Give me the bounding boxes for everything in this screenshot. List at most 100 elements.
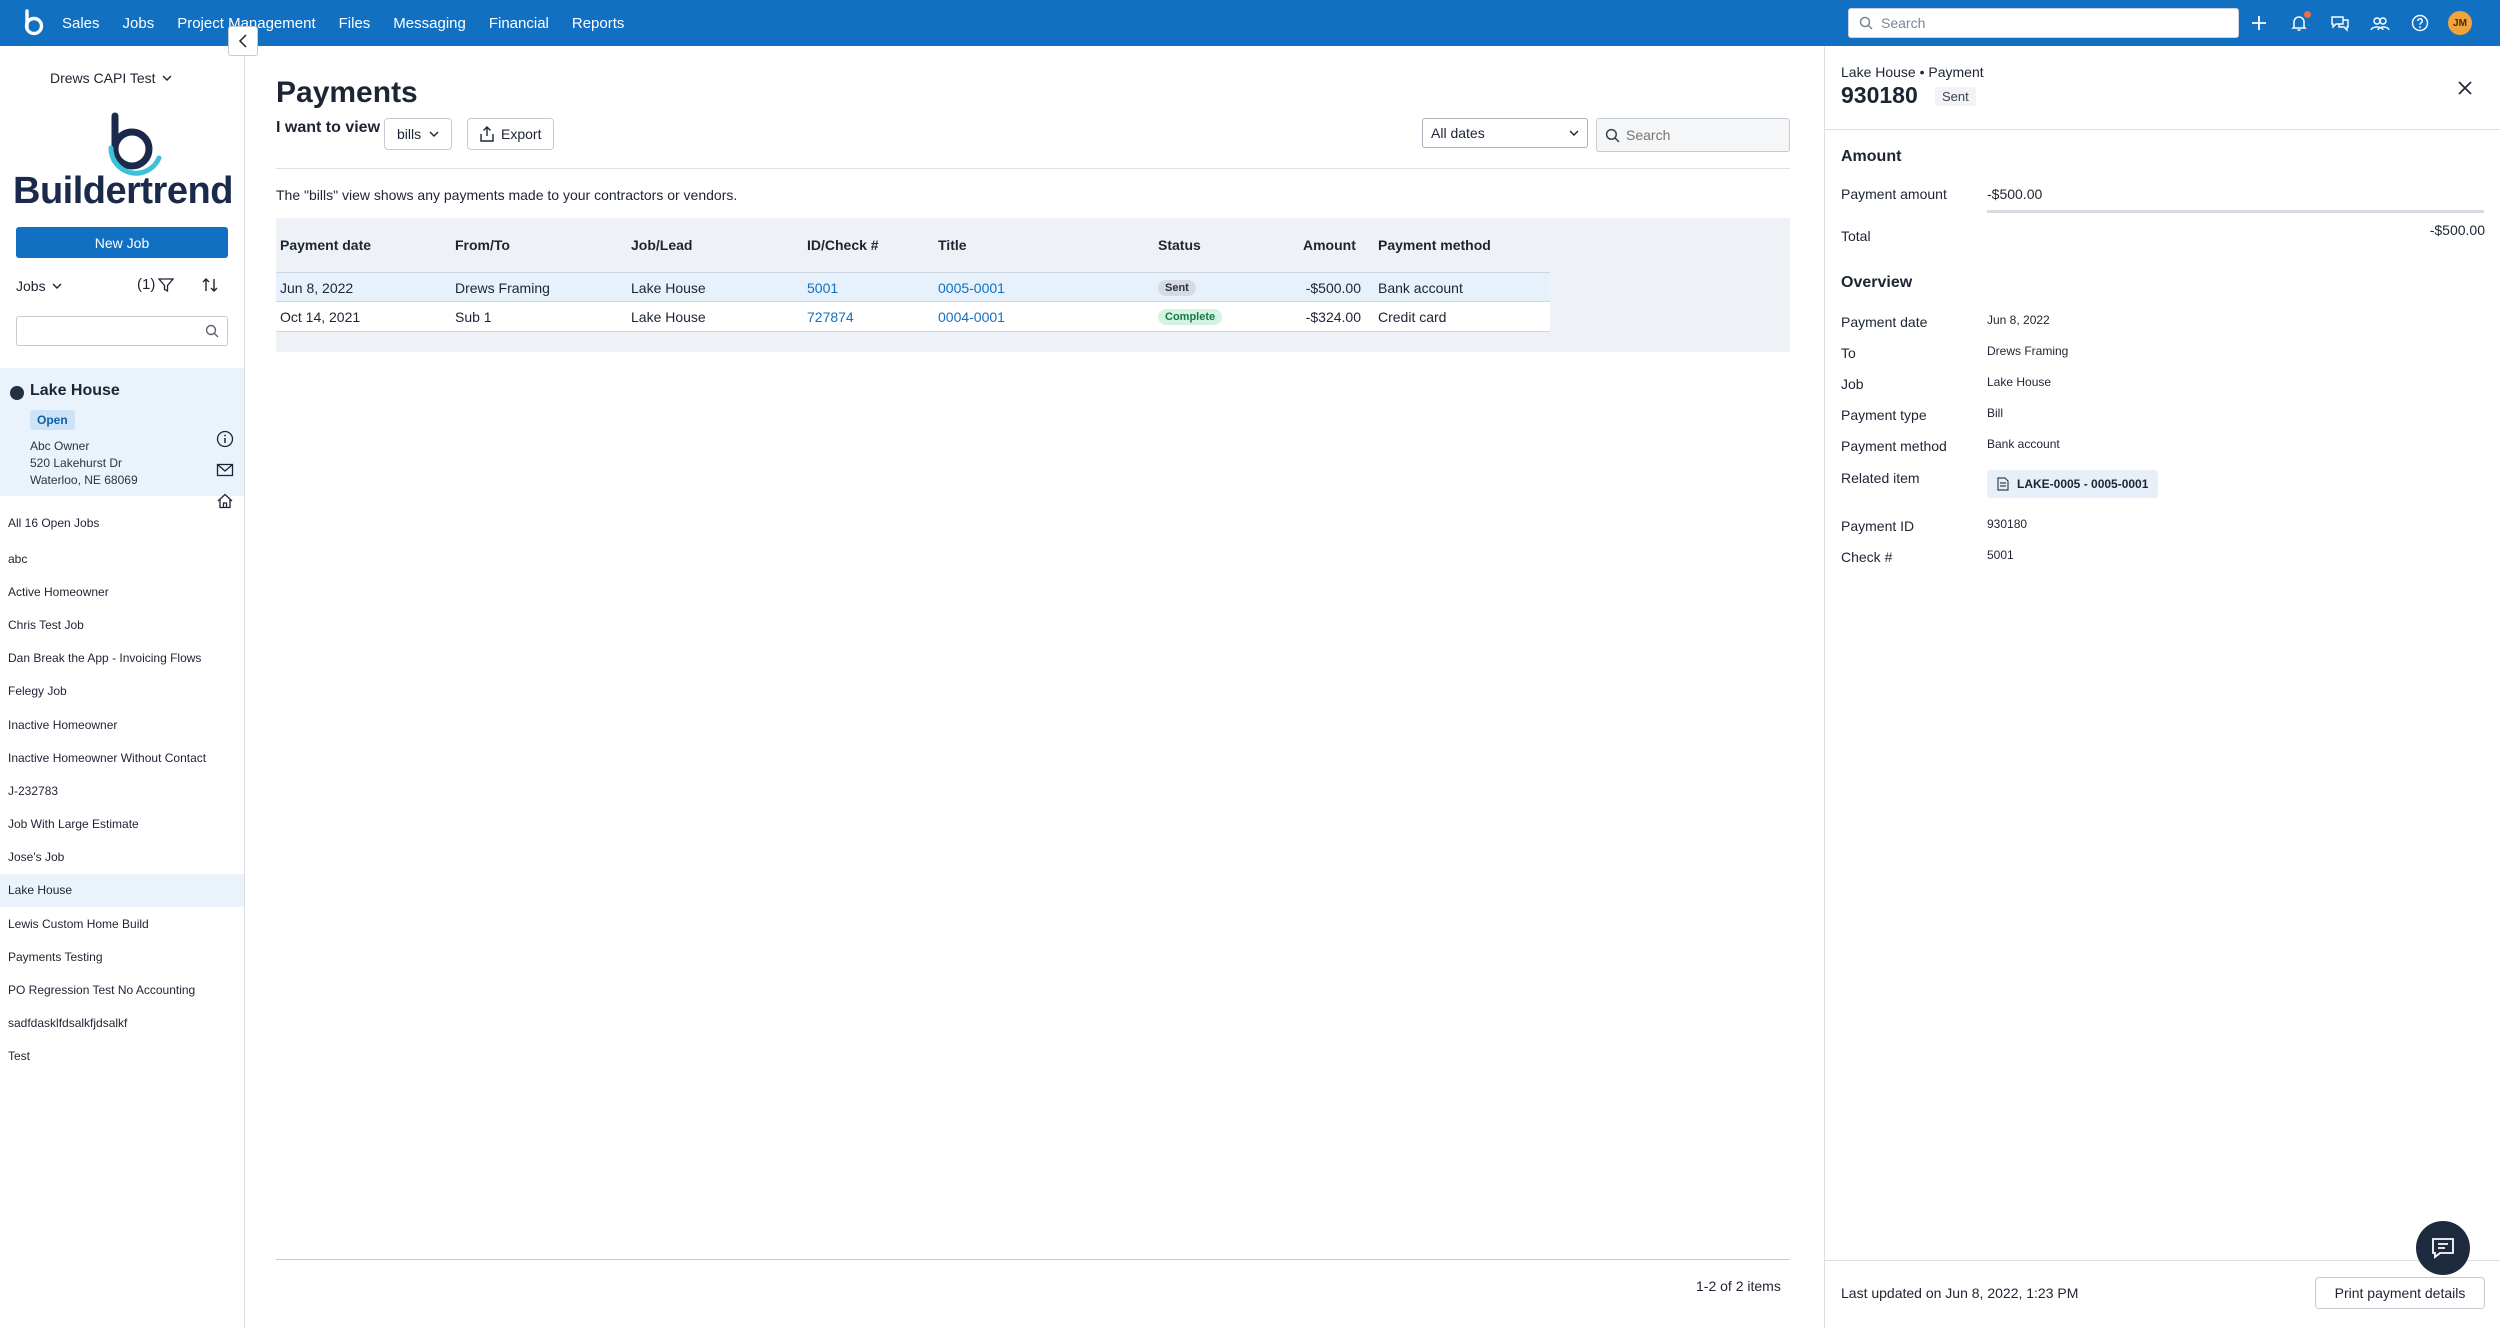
- payment-date-value: Jun 8, 2022: [1987, 313, 2050, 327]
- related-item-link[interactable]: LAKE-0005 - 0005-0001: [1987, 470, 2159, 498]
- job-list-item[interactable]: sadfdasklfdsalkfjdsalkf: [0, 1007, 244, 1040]
- nav-financial[interactable]: Financial: [489, 15, 549, 32]
- chat-icon[interactable]: [2328, 11, 2352, 35]
- col-payment-method[interactable]: Payment method: [1378, 218, 1491, 272]
- new-job-button[interactable]: New Job: [16, 227, 228, 258]
- job-list-item-active[interactable]: Lake House: [0, 873, 244, 908]
- export-button[interactable]: Export: [467, 118, 555, 150]
- job-search-input[interactable]: [25, 323, 195, 339]
- jobs-dropdown-label: Jobs: [16, 278, 46, 294]
- account-selector[interactable]: Drews CAPI Test: [50, 70, 172, 86]
- job-list-item[interactable]: Jose's Job: [0, 841, 244, 874]
- job-list-item[interactable]: Felegy Job: [0, 675, 244, 708]
- nav-files[interactable]: Files: [339, 15, 371, 32]
- total-value: -$500.00: [2429, 222, 2485, 238]
- col-payment-date[interactable]: Payment date: [280, 218, 371, 272]
- info-icon[interactable]: [216, 430, 234, 448]
- date-filter-select[interactable]: All dates: [1422, 118, 1588, 148]
- total-label: Total: [1841, 228, 1871, 244]
- job-list-item[interactable]: Chris Test Job: [0, 608, 244, 641]
- nav-jobs[interactable]: Jobs: [123, 15, 155, 32]
- collapse-sidebar-button[interactable]: [228, 26, 258, 56]
- export-icon: [480, 126, 494, 142]
- view-selector-value: bills: [397, 126, 422, 142]
- cell-title-link[interactable]: 0004-0001: [938, 302, 1005, 331]
- last-updated-text: Last updated on Jun 8, 2022, 1:23 PM: [1841, 1285, 2079, 1301]
- buildertrend-logo-icon[interactable]: [20, 9, 46, 37]
- panel-footer-divider: [1825, 1260, 2500, 1261]
- payment-method-value: Bank account: [1987, 437, 2060, 451]
- job-list-item[interactable]: Test: [0, 1040, 244, 1073]
- help-icon[interactable]: [2408, 11, 2432, 35]
- global-search-input[interactable]: [1881, 15, 2221, 31]
- job-list-item[interactable]: Dan Break the App - Invoicing Flows: [0, 642, 244, 675]
- col-from-to[interactable]: From/To: [455, 218, 510, 272]
- job-list-item[interactable]: Payments Testing: [0, 940, 244, 973]
- table-header: Payment date From/To Job/Lead ID/Check #…: [276, 218, 1790, 272]
- filter-icon: [158, 277, 175, 292]
- mail-icon[interactable]: [216, 461, 234, 479]
- job-owner: Abc Owner: [30, 439, 90, 453]
- job-list-item[interactable]: Job With Large Estimate: [0, 808, 244, 841]
- nav-messaging[interactable]: Messaging: [393, 15, 466, 32]
- cell-title-link[interactable]: 0005-0001: [938, 273, 1005, 302]
- people-icon[interactable]: [2368, 11, 2392, 35]
- search-icon[interactable]: [205, 324, 219, 338]
- col-id-check[interactable]: ID/Check #: [807, 218, 879, 272]
- sort-button[interactable]: [201, 276, 219, 297]
- job-list-item[interactable]: Active Homeowner: [0, 575, 244, 608]
- chevron-down-icon: [52, 283, 62, 289]
- col-title[interactable]: Title: [938, 218, 967, 272]
- payments-search-input[interactable]: [1626, 127, 1776, 143]
- print-payment-details-button[interactable]: Print payment details: [2315, 1277, 2485, 1309]
- jobs-sidebar: Drews CAPI Test Buildertrend New Job Job…: [0, 46, 245, 1328]
- payment-type-label: Payment type: [1841, 407, 1927, 423]
- view-selector[interactable]: bills: [384, 118, 453, 150]
- chat-bubble-icon: [2432, 1238, 2454, 1259]
- col-status[interactable]: Status: [1158, 218, 1201, 272]
- nav-sales[interactable]: Sales: [62, 15, 100, 32]
- bell-icon[interactable]: [2287, 11, 2311, 35]
- chat-support-button[interactable]: [2416, 1221, 2470, 1275]
- amount-divider: [1987, 210, 2484, 213]
- user-avatar[interactable]: JM: [2448, 11, 2472, 35]
- related-item-value: LAKE-0005 - 0005-0001: [2017, 477, 2149, 491]
- nav-reports[interactable]: Reports: [572, 15, 625, 32]
- filter-button[interactable]: (1): [137, 276, 175, 293]
- col-amount[interactable]: Amount: [1303, 218, 1356, 272]
- check-number-value: 5001: [1987, 548, 2014, 562]
- account-name: Drews CAPI Test: [50, 70, 156, 86]
- cell-id-link[interactable]: 5001: [807, 273, 838, 302]
- payment-method-label: Payment method: [1841, 438, 1947, 454]
- cell-date: Oct 14, 2021: [280, 308, 361, 325]
- cell-id-link[interactable]: 727874: [807, 302, 854, 331]
- plus-icon[interactable]: [2247, 11, 2271, 35]
- job-list-item[interactable]: abc: [0, 542, 244, 575]
- job-list-item[interactable]: PO Regression Test No Accounting: [0, 973, 244, 1006]
- job-list-item[interactable]: Lewis Custom Home Build: [0, 907, 244, 940]
- panel-divider: [1825, 129, 2500, 130]
- job-list-item[interactable]: J-232783: [0, 774, 244, 807]
- payment-date-label: Payment date: [1841, 314, 1928, 330]
- job-address: Abc Owner 520 Lakehurst Dr Waterloo, NE …: [30, 438, 138, 489]
- chevron-left-icon: [238, 34, 247, 48]
- check-number-label: Check #: [1841, 549, 1893, 565]
- all-open-jobs-link[interactable]: All 16 Open Jobs: [8, 516, 99, 530]
- status-badge: Sent: [1158, 279, 1196, 296]
- job-value: Lake House: [1987, 375, 2052, 389]
- table-row[interactable]: Jun 8, 2022 Drews Framing Lake House 500…: [276, 272, 1550, 302]
- amount-section-title: Amount: [1841, 148, 1902, 165]
- footer-divider: [276, 1259, 1790, 1260]
- selected-job-card[interactable]: Lake House Open Abc Owner 520 Lakehurst …: [0, 368, 244, 509]
- cell-from-to: Sub 1: [455, 308, 492, 325]
- close-icon[interactable]: [2455, 78, 2475, 98]
- job-list-item[interactable]: Inactive Homeowner: [0, 708, 244, 741]
- export-label: Export: [501, 126, 542, 142]
- view-description: The "bills" view shows any payments made…: [276, 187, 738, 203]
- chevron-down-icon: [429, 131, 439, 137]
- jobs-dropdown[interactable]: Jobs: [16, 278, 62, 294]
- job-list-item[interactable]: Inactive Homeowner Without Contact: [0, 741, 244, 774]
- col-job-lead[interactable]: Job/Lead: [631, 218, 692, 272]
- home-icon[interactable]: [216, 492, 234, 510]
- table-row[interactable]: Oct 14, 2021 Sub 1 Lake House 727874 000…: [276, 302, 1550, 332]
